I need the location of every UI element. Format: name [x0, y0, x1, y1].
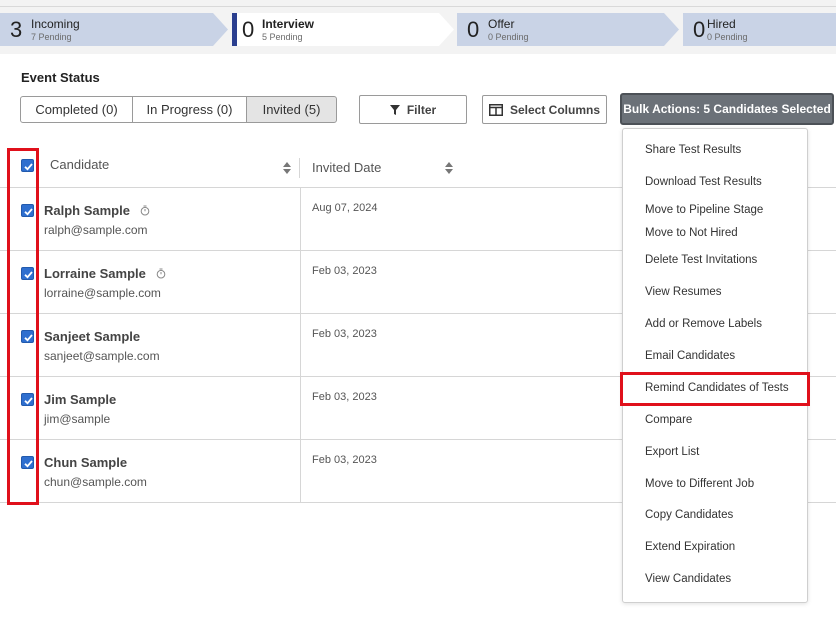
- column-divider: [299, 158, 300, 178]
- sort-icon[interactable]: [283, 162, 291, 174]
- column-divider: [300, 440, 301, 503]
- menu-item-move-to-pipeline-stage[interactable]: Move to Pipeline Stage: [645, 204, 763, 216]
- candidate-name-text: Sanjeet Sample: [44, 329, 141, 344]
- stage-name: Offer: [488, 17, 515, 31]
- tab-in-progress[interactable]: In Progress (0): [132, 96, 247, 123]
- invited-date: Feb 03, 2023: [312, 391, 377, 403]
- menu-item-move-to-not-hired[interactable]: Move to Not Hired: [645, 227, 738, 239]
- menu-item-extend-expiration[interactable]: Extend Expiration: [645, 541, 735, 553]
- menu-item-email-candidates[interactable]: Email Candidates: [645, 350, 735, 362]
- pipeline-bar: 3 Incoming 7 Pending 0 Interview 5 Pendi…: [0, 0, 836, 54]
- filter-button[interactable]: Filter: [359, 95, 467, 124]
- divider: [0, 6, 836, 7]
- candidate-name-text: Ralph Sample: [44, 203, 130, 218]
- column-divider: [300, 377, 301, 440]
- menu-item-share-test-results[interactable]: Share Test Results: [645, 144, 741, 156]
- column-divider: [300, 314, 301, 377]
- stage-name: Hired: [707, 17, 736, 31]
- candidate-name-text: Lorraine Sample: [44, 266, 146, 281]
- stage-name: Interview: [262, 17, 315, 31]
- pipeline-stage-offer[interactable]: 0 Offer 0 Pending: [457, 13, 679, 46]
- candidate-email: jim@sample: [44, 412, 111, 426]
- candidate-name[interactable]: Jim Sample: [44, 392, 116, 407]
- tab-completed[interactable]: Completed (0): [20, 96, 133, 123]
- timer-icon: [140, 204, 150, 219]
- menu-item-view-resumes[interactable]: View Resumes: [645, 286, 722, 298]
- invited-date: Feb 03, 2023: [312, 454, 377, 466]
- tab-invited[interactable]: Invited (5): [246, 96, 337, 123]
- pipeline-stage-incoming[interactable]: 3 Incoming 7 Pending: [0, 13, 228, 46]
- menu-item-view-candidates[interactable]: View Candidates: [645, 573, 731, 585]
- invited-date: Feb 03, 2023: [312, 328, 377, 340]
- menu-item-download-test-results[interactable]: Download Test Results: [645, 176, 762, 188]
- stage-name: Incoming: [31, 17, 80, 31]
- menu-item-add-remove-labels[interactable]: Add or Remove Labels: [645, 318, 762, 330]
- filter-icon: [389, 104, 400, 115]
- timer-icon: [156, 267, 166, 282]
- filter-button-label: Filter: [406, 102, 437, 117]
- sort-icon[interactable]: [445, 162, 453, 174]
- candidate-name[interactable]: Ralph Sample: [44, 203, 150, 219]
- bulk-actions-menu: Share Test Results Download Test Results…: [622, 128, 808, 603]
- column-divider: [300, 251, 301, 314]
- stage-count: 0: [242, 17, 255, 42]
- select-columns-label: Select Columns: [509, 102, 601, 117]
- candidate-name-text: Chun Sample: [44, 455, 128, 470]
- stage-count: 0: [693, 17, 706, 42]
- stage-pending: 7 Pending: [31, 32, 72, 42]
- column-header-invited-date[interactable]: Invited Date: [312, 160, 381, 175]
- menu-item-compare[interactable]: Compare: [645, 414, 692, 426]
- candidate-name-text: Jim Sample: [44, 392, 117, 407]
- candidate-email: ralph@sample.com: [44, 223, 148, 237]
- select-columns-button[interactable]: Select Columns: [482, 95, 607, 124]
- event-status-label: Event Status: [21, 70, 100, 85]
- pipeline-stage-interview[interactable]: 0 Interview 5 Pending: [232, 13, 454, 46]
- bulk-actions-button[interactable]: Bulk Actions: 5 Candidates Selected: [620, 93, 834, 125]
- column-header-candidate[interactable]: Candidate: [50, 157, 109, 172]
- candidate-email: sanjeet@sample.com: [44, 349, 160, 363]
- candidate-name[interactable]: Sanjeet Sample: [44, 329, 140, 344]
- menu-item-copy-candidates[interactable]: Copy Candidates: [645, 509, 733, 521]
- stage-count: 3: [10, 17, 23, 42]
- candidate-email: lorraine@sample.com: [44, 286, 161, 300]
- stage-pending: 0 Pending: [488, 32, 529, 42]
- invited-date: Aug 07, 2024: [312, 202, 378, 214]
- menu-item-delete-test-invitations[interactable]: Delete Test Invitations: [645, 254, 757, 266]
- column-divider: [300, 188, 301, 251]
- candidate-name[interactable]: Chun Sample: [44, 455, 127, 470]
- menu-item-export-list[interactable]: Export List: [645, 446, 699, 458]
- invited-date: Feb 03, 2023: [312, 265, 377, 277]
- active-stage-marker: [232, 13, 237, 46]
- stage-pending: 0 Pending: [707, 32, 748, 42]
- highlight-box-remind: [620, 372, 810, 406]
- stage-count: 0: [467, 17, 480, 42]
- menu-item-move-to-different-job[interactable]: Move to Different Job: [645, 478, 754, 490]
- candidate-name[interactable]: Lorraine Sample: [44, 266, 166, 282]
- stage-chevron: [683, 13, 836, 46]
- columns-icon: [488, 103, 503, 116]
- pipeline-stage-hired[interactable]: 0 Hired 0 Pending: [683, 13, 836, 46]
- candidate-email: chun@sample.com: [44, 475, 147, 489]
- stage-pending: 5 Pending: [262, 32, 303, 42]
- highlight-box-checkboxes: [7, 148, 39, 505]
